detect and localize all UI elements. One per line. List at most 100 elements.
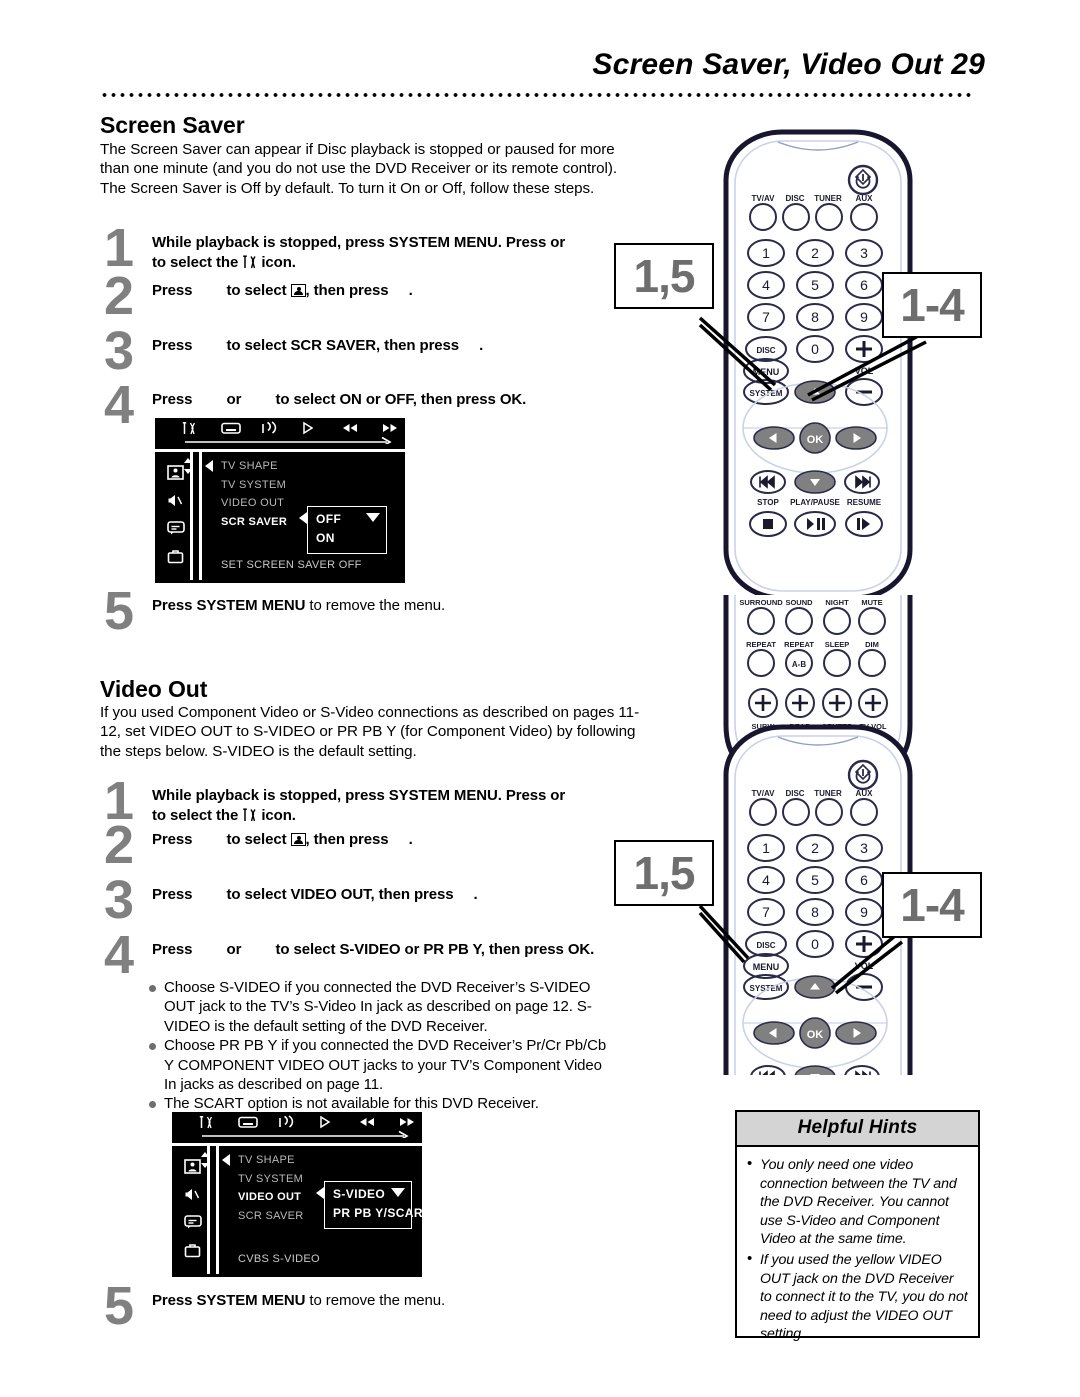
vo-step-3-d: . (473, 886, 478, 903)
ss-step-4-f: . (522, 391, 527, 408)
ss-step-4-bold-c: OK (499, 391, 523, 408)
osd-option[interactable]: PR PB Y/SCART (333, 1204, 430, 1223)
helpful-hints-box: Helpful Hints You only need one video co… (735, 1110, 980, 1342)
vo-step-5-b: to remove the menu (305, 1292, 442, 1309)
osd-divider-rule (199, 452, 202, 580)
vo-step-1-bold: SYSTEM MENU (388, 787, 498, 804)
picture-settings-icon (290, 833, 306, 846)
svg-text:DIM: DIM (865, 640, 879, 649)
list-item: Choose PR PB Y if you connected the DVD … (148, 1036, 618, 1094)
vo-step-4-bold-a: S-VIDEO (339, 941, 401, 958)
ss-step-4-text: Press or to select ON or OFF, then press… (152, 390, 612, 410)
osd-popup-caret-icon (299, 512, 307, 524)
page-header: Screen Saver, Video Out 29 (0, 48, 1080, 82)
picture-settings-icon (290, 284, 306, 297)
osd-screenshot-video-out: TV SHAPE TV SYSTEM VIDEO OUT SCR SAVER S… (172, 1112, 458, 1277)
osd-menu-item[interactable]: TV SHAPE (221, 457, 287, 476)
ss-step-4-bold-b: OFF (384, 391, 413, 408)
vo-step-3-number: 3 (104, 870, 135, 930)
list-item: Choose S-VIDEO if you connected the DVD … (148, 978, 618, 1036)
svg-text:PLAY/PAUSE: PLAY/PAUSE (790, 498, 840, 507)
vo-step-2-text: Press to select , then press . (152, 830, 612, 850)
ss-step-3-a: Press (152, 337, 197, 354)
tools-icon (242, 254, 257, 269)
osd-menu-item[interactable]: TV SYSTEM (221, 476, 287, 495)
svg-text:OK: OK (807, 434, 824, 446)
helpful-hints-list: You only need one video connection betwe… (737, 1147, 978, 1356)
ss-step-5-b: to remove the menu (305, 597, 442, 614)
svg-text:TUNER: TUNER (814, 789, 842, 798)
osd-divider-rule (216, 1146, 219, 1274)
vo-step-4-c: to select (271, 941, 340, 958)
screen-saver-heading: Screen Saver (100, 112, 245, 138)
osd-body: TV SHAPE TV SYSTEM VIDEO OUT SCR SAVER S… (172, 1146, 430, 1274)
ss-step-5-c: . (441, 597, 446, 614)
osd-screenshot-screen-saver: TV SHAPE TV SYSTEM VIDEO OUT SCR SAVER O… (155, 418, 441, 583)
osd-menu-list: TV SHAPE TV SYSTEM VIDEO OUT SCR SAVER (238, 1151, 303, 1225)
osd-top-arrow (185, 435, 399, 444)
osd-top-bar (172, 1112, 458, 1146)
osd-menu-item-selected[interactable]: VIDEO OUT (238, 1188, 303, 1207)
ss-step-2-number: 2 (104, 266, 135, 326)
osd-menu-item[interactable]: VIDEO OUT (221, 494, 287, 513)
manual-page: Screen Saver, Video Out 29 Screen Saver … (0, 0, 1080, 1397)
ss-step-2-text: Press to select , then press . (152, 281, 612, 301)
svg-text:TV/AV: TV/AV (752, 789, 776, 798)
vo-step-2-c: , then press (305, 831, 393, 848)
osd-scroll-thumb (183, 458, 193, 479)
subtitle-icon (167, 521, 187, 539)
video-out-bullet-list: Choose S-VIDEO if you connected the DVD … (148, 978, 618, 1114)
vo-step-4-f: . (590, 941, 595, 958)
vo-step-4-text: Press or to select S-VIDEO or PR PB Y, t… (152, 940, 612, 960)
vo-step-4-bold-c: OK (567, 941, 591, 958)
vo-step-4-e: , then press (480, 941, 568, 958)
vo-step-3-c: , then press (370, 886, 458, 903)
svg-text:REPEAT: REPEAT (784, 640, 814, 649)
tools-icon (242, 807, 257, 822)
ss-step-1-b: . Press or (497, 234, 570, 251)
screen-icon (421, 421, 441, 437)
vo-step-2-b: to select (222, 831, 291, 848)
osd-menu-item-selected[interactable]: SCR SAVER (221, 513, 287, 532)
ss-step-4-b: or (222, 391, 246, 408)
vo-step-1-d: icon. (257, 806, 296, 824)
callout-steps-1-4: 1-4 (882, 272, 982, 338)
ss-step-1-d: icon. (257, 253, 296, 271)
vo-step-5-a: Press (152, 1292, 197, 1309)
vo-step-2-d: . (408, 831, 413, 848)
video-out-intro: If you used Component Video or S-Video c… (100, 704, 640, 760)
osd-menu-item[interactable]: SCR SAVER (238, 1207, 303, 1226)
osd-option[interactable]: ON (316, 529, 378, 548)
vo-step-1-b: . Press or (497, 787, 570, 804)
svg-text:OK: OK (807, 1029, 824, 1041)
osd-top-bar (155, 418, 441, 452)
osd-menu-item[interactable]: TV SHAPE (238, 1151, 303, 1170)
ss-step-5-a: Press (152, 597, 197, 614)
vo-step-3-b: to select (222, 886, 291, 903)
svg-text:STOP: STOP (757, 498, 779, 507)
subtitle-icon (184, 1215, 204, 1233)
list-item: The SCART option is not available for th… (148, 1094, 618, 1113)
vo-step-5-c: . (441, 1292, 446, 1309)
ss-step-5-bold: SYSTEM MENU (196, 597, 306, 614)
ss-step-4-c: to select (271, 391, 340, 408)
svg-text:TV/AV: TV/AV (752, 194, 776, 203)
osd-left-caret-icon (222, 1154, 230, 1166)
speaker-icon (184, 1187, 204, 1205)
vo-step-4-b: or (222, 941, 246, 958)
ss-step-3-c: , then press (376, 337, 464, 354)
header-divider (100, 92, 972, 98)
osd-menu-item[interactable]: TV SYSTEM (238, 1170, 303, 1189)
helpful-hints-title: Helpful Hints (737, 1112, 978, 1147)
svg-text:SLEEP: SLEEP (825, 640, 850, 649)
callout-steps-1-5-bottom: 1,5 (614, 840, 714, 906)
hint-item: You only need one video connection betwe… (746, 1155, 968, 1249)
ss-step-2-b: to select (222, 282, 291, 299)
osd-option-popup: OFF ON (307, 506, 387, 554)
ss-step-2-c: , then press (305, 282, 393, 299)
ss-step-4-number: 4 (104, 375, 135, 435)
ss-step-2-a: Press (152, 282, 197, 299)
ss-step-5-number: 5 (104, 581, 135, 641)
vo-step-1-a: While playback is stopped, press (152, 787, 389, 804)
ss-step-1-a: While playback is stopped, press (152, 234, 389, 251)
